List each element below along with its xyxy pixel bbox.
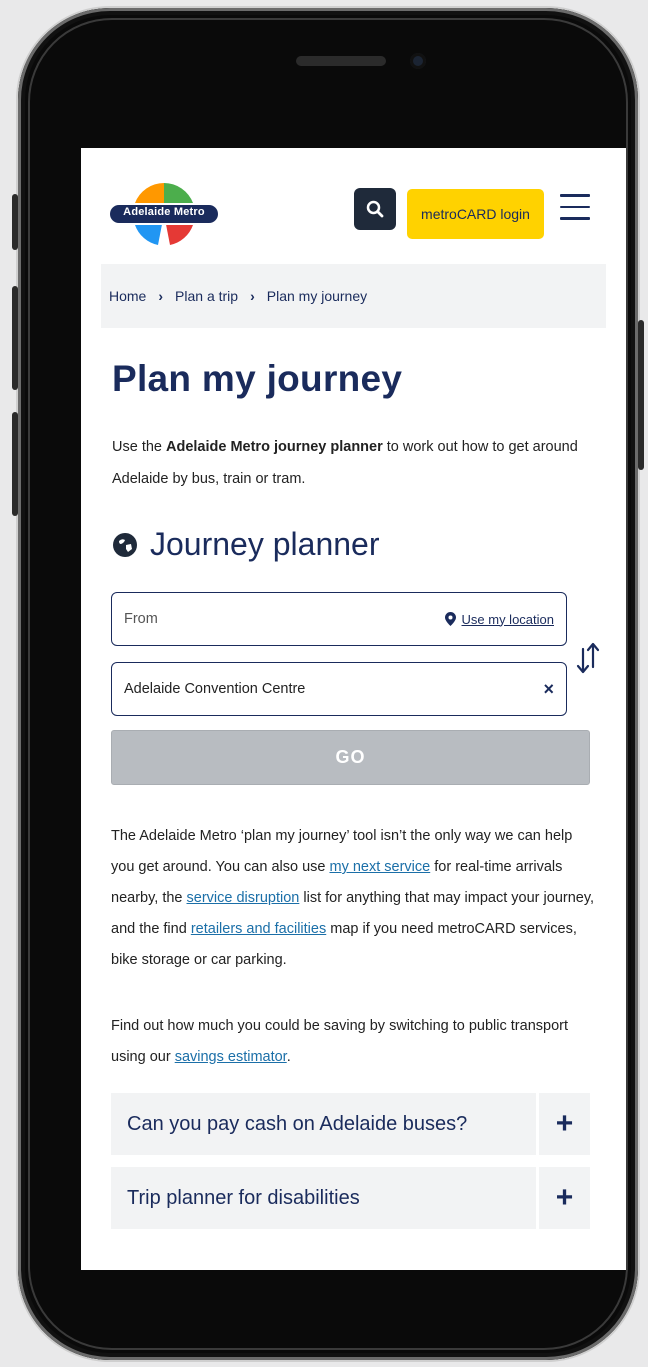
search-button[interactable] xyxy=(354,188,396,230)
phone-frame: Adelaide Metro metroCARD login Home › Pl… xyxy=(12,8,644,1360)
volume-down-button xyxy=(12,412,18,516)
my-next-service-link[interactable]: my next service xyxy=(329,859,430,875)
clear-icon[interactable]: × xyxy=(543,679,554,700)
chevron-right-icon: › xyxy=(250,288,255,304)
earpiece-speaker xyxy=(296,56,386,66)
journey-planner-heading: Journey planner xyxy=(112,526,379,563)
location-pin-icon xyxy=(444,612,456,626)
plus-icon[interactable]: + xyxy=(539,1093,590,1155)
go-button[interactable]: GO xyxy=(111,730,590,785)
page-title: Plan my journey xyxy=(112,358,403,399)
volume-up-button xyxy=(12,286,18,390)
journey-planner-title: Journey planner xyxy=(150,526,380,562)
front-camera-icon xyxy=(410,53,426,69)
use-my-location-label: Use my location xyxy=(461,611,554,627)
metrocard-login-button[interactable]: metroCARD login xyxy=(407,189,544,239)
screen: Adelaide Metro metroCARD login Home › Pl… xyxy=(81,148,626,1270)
info-paragraph: The Adelaide Metro ‘plan my journey’ too… xyxy=(111,828,595,968)
swap-direction-icon[interactable] xyxy=(575,637,601,679)
retailers-facilities-link[interactable]: retailers and facilities xyxy=(191,921,326,937)
breadcrumb-plan-a-trip[interactable]: Plan a trip xyxy=(175,288,238,304)
logo-text: Adelaide Metro xyxy=(123,206,205,218)
savings-estimator-link[interactable]: savings estimator xyxy=(175,1049,287,1065)
to-input[interactable] xyxy=(124,681,544,697)
use-my-location-link[interactable]: Use my location xyxy=(444,611,554,627)
adelaide-metro-logo[interactable]: Adelaide Metro xyxy=(106,177,222,251)
from-field[interactable]: Use my location xyxy=(111,592,567,646)
savings-paragraph: Find out how much you could be saving by… xyxy=(111,1018,568,1065)
faq-item-disabilities[interactable]: Trip planner for disabilities + xyxy=(111,1167,590,1229)
plus-icon[interactable]: + xyxy=(539,1167,590,1229)
from-input[interactable] xyxy=(124,611,445,627)
intro-bold: Adelaide Metro journey planner xyxy=(166,439,383,455)
mute-switch xyxy=(12,194,18,250)
faq-question: Trip planner for disabilities xyxy=(111,1167,536,1229)
to-field[interactable]: × xyxy=(111,662,567,716)
power-button xyxy=(638,320,644,470)
search-icon xyxy=(366,200,384,218)
breadcrumb-current: Plan my journey xyxy=(266,288,368,304)
breadcrumb: Home › Plan a trip › Plan my journey xyxy=(101,264,606,328)
globe-pointer-icon xyxy=(113,532,137,557)
intro-text: Use the Adelaide Metro journey planner t… xyxy=(112,439,578,487)
service-disruption-link[interactable]: service disruption xyxy=(187,890,300,906)
hamburger-menu-icon[interactable] xyxy=(560,194,590,222)
chevron-right-icon: › xyxy=(158,288,164,304)
breadcrumb-home[interactable]: Home xyxy=(109,288,146,304)
faq-item-cash[interactable]: Can you pay cash on Adelaide buses? + xyxy=(111,1093,590,1155)
faq-question: Can you pay cash on Adelaide buses? xyxy=(111,1093,536,1155)
